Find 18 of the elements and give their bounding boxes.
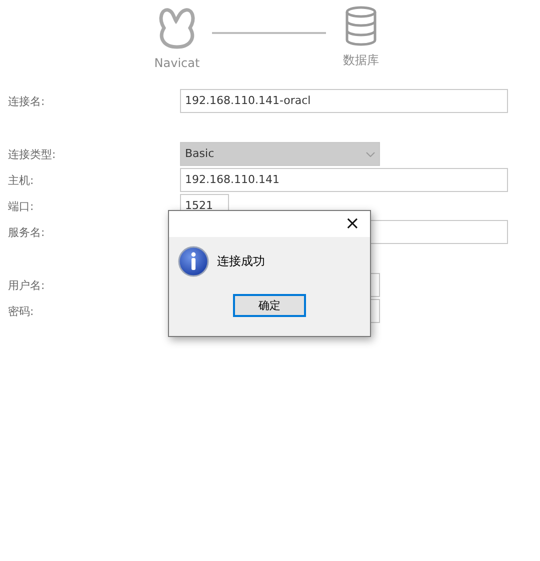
input-field[interactable]: 192.168.110.141 [180,168,508,192]
field-label: 服务名: [8,224,46,240]
info-icon [178,246,209,277]
ok-button[interactable]: 确定 [233,294,306,317]
database-label: 数据库 [343,52,379,69]
type-dropdown[interactable]: Basic [180,142,380,166]
close-button[interactable]: × [342,215,362,233]
chevron-down-icon [366,152,375,157]
field-label: 端口: [8,198,35,214]
field-label: 用户名: [8,278,46,292]
field-label: 主机: [8,172,35,188]
input-field[interactable]: 192.168.110.141-oracl [180,89,508,113]
field-label: 连接名: [8,94,46,108]
database-icon [345,6,377,46]
navicat-label: Navicat [154,56,200,70]
field-label: 密码: [8,304,35,318]
field-label: 连接类型: [8,146,57,162]
dialog-message: 连接成功 [217,253,265,270]
